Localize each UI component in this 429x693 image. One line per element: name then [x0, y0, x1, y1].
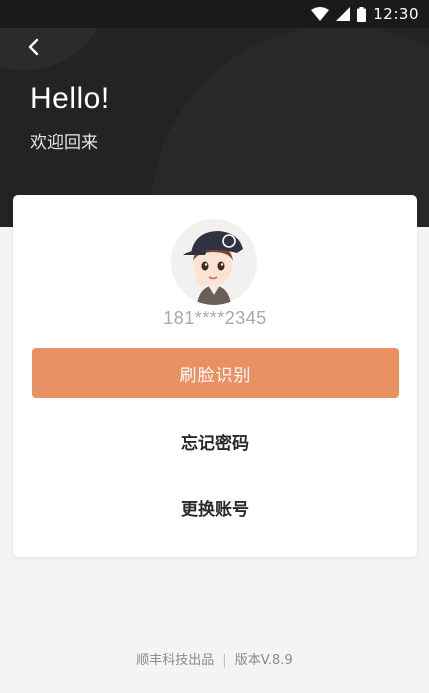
status-bar: 12:30: [0, 0, 429, 28]
login-screen: 12:30 Hello! 欢迎回来 181****2345 刷脸识别 忘记密码 …: [0, 0, 429, 693]
status-time: 12:30: [373, 5, 419, 23]
back-button[interactable]: [22, 35, 46, 59]
switch-account-link[interactable]: 更换账号: [13, 495, 417, 520]
chevron-left-icon: [28, 38, 39, 56]
welcome-subtitle: 欢迎回来: [30, 133, 98, 153]
footer-version: 版本V.8.9: [234, 653, 293, 668]
status-icons: 12:30: [311, 5, 419, 23]
signal-icon: [336, 7, 351, 21]
masked-phone-number: 181****2345: [163, 308, 267, 328]
login-card: 181****2345 刷脸识别 忘记密码 更换账号: [13, 195, 417, 557]
greeting-title: Hello!: [30, 82, 110, 115]
footer-brand: 顺丰科技出品: [136, 653, 215, 668]
avatar-illustration: [183, 231, 243, 305]
user-avatar: [171, 219, 257, 305]
wifi-icon: [311, 7, 330, 21]
footer: 顺丰科技出品 | 版本V.8.9: [0, 649, 429, 668]
footer-divider: |: [222, 653, 227, 668]
forgot-password-link[interactable]: 忘记密码: [13, 429, 417, 454]
battery-icon: [357, 6, 367, 22]
face-recognition-button[interactable]: 刷脸识别: [32, 348, 399, 398]
